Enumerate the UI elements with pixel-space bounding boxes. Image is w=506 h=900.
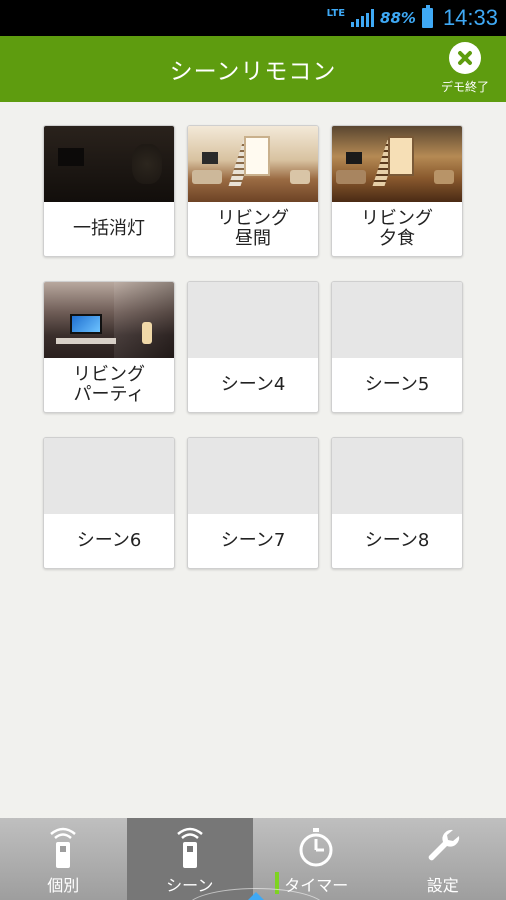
- bottom-nav: 個別 シーン タイマー 設定: [0, 818, 506, 900]
- network-type: LTE: [326, 8, 346, 19]
- scene-thumbnail-empty: [332, 438, 462, 514]
- scene-thumbnail-empty: [44, 438, 174, 514]
- scene-label: シーン7: [220, 530, 286, 551]
- scene-tile-living-dinner[interactable]: リビング 夕食: [331, 125, 463, 257]
- scene-tile-8[interactable]: シーン8: [331, 437, 463, 569]
- scene-tile-living-day[interactable]: リビング 昼間: [187, 125, 319, 257]
- remote-icon: [176, 827, 203, 868]
- scene-grid: 一括消灯 リビング 昼間 リビング 夕食 リビング パーティ シーン4 シーン5…: [43, 125, 463, 569]
- scene-tile-all-off[interactable]: 一括消灯: [43, 125, 175, 257]
- tab-label: 個別: [47, 876, 80, 895]
- remote-icon: [50, 827, 77, 868]
- scene-tile-6[interactable]: シーン6: [43, 437, 175, 569]
- tab-individual[interactable]: 個別: [0, 818, 127, 900]
- scene-label: シーン4: [220, 374, 286, 395]
- scene-label: シーン8: [364, 530, 430, 551]
- timer-icon: [299, 828, 333, 867]
- demo-end-button[interactable]: デモ終了: [432, 42, 498, 98]
- tab-label: 設定: [426, 876, 459, 895]
- battery-icon: [421, 5, 433, 28]
- demo-end-label: デモ終了: [440, 80, 489, 94]
- scene-tile-7[interactable]: シーン7: [187, 437, 319, 569]
- wrench-icon: [428, 829, 459, 861]
- scene-thumbnail: [44, 126, 174, 202]
- status-bar: LTE 88% 14:33: [0, 0, 506, 36]
- scene-label: リビング パーティ: [73, 364, 145, 405]
- scene-tile-living-party[interactable]: リビング パーティ: [43, 281, 175, 413]
- scene-label: シーン6: [76, 530, 142, 551]
- signal-icon: [351, 9, 375, 27]
- close-icon: [449, 42, 481, 74]
- scene-thumbnail: [332, 126, 462, 202]
- scene-label: リビング 夕食: [361, 208, 433, 249]
- scene-label: 一括消灯: [73, 218, 145, 239]
- scene-tile-4[interactable]: シーン4: [187, 281, 319, 413]
- active-tab-indicator: [248, 892, 264, 900]
- scene-thumbnail-empty: [332, 282, 462, 358]
- scene-tile-5[interactable]: シーン5: [331, 281, 463, 413]
- scene-label: シーン5: [364, 374, 430, 395]
- scene-thumbnail-empty: [188, 282, 318, 358]
- app-header: シーンリモコン デモ終了: [0, 36, 506, 102]
- scene-label: リビング 昼間: [217, 208, 289, 249]
- page-title: シーンリモコン: [169, 59, 337, 85]
- scene-thumbnail: [188, 126, 318, 202]
- scene-thumbnail: [44, 282, 174, 358]
- tab-label: シーン: [166, 876, 214, 895]
- tab-settings[interactable]: 設定: [380, 818, 506, 900]
- tab-scene[interactable]: シーン: [126, 818, 253, 900]
- battery-percent: 88%: [380, 9, 416, 27]
- clock: 14:33: [442, 5, 498, 30]
- scene-thumbnail-empty: [188, 438, 318, 514]
